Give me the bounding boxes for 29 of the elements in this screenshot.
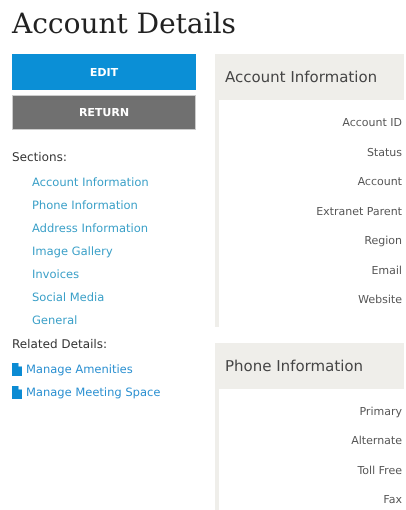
related-details-label: Related Details: — [12, 336, 108, 352]
return-button[interactable]: RETURN — [12, 95, 196, 130]
section-link[interactable]: Image Gallery — [32, 240, 196, 263]
panel-title: Phone Information — [225, 356, 364, 374]
page-title: Account Details — [10, 6, 237, 42]
section-link[interactable]: Account Information — [32, 171, 196, 194]
field-label: Status — [366, 144, 403, 160]
field-label: Fax — [382, 492, 403, 508]
field-label: Extranet Parent — [315, 204, 403, 220]
panel-title: Account Information — [225, 68, 378, 86]
section-link[interactable]: Social Media — [32, 286, 196, 309]
field-label: Region — [363, 233, 403, 249]
related-link[interactable]: Manage Meeting Space — [26, 381, 160, 404]
section-link[interactable]: Phone Information — [32, 194, 196, 217]
field-label: Email — [370, 262, 403, 278]
section-link[interactable]: General — [32, 309, 196, 332]
field-label: Primary — [358, 404, 403, 420]
section-link[interactable]: Address Information — [32, 217, 196, 240]
field-label: Toll Free — [356, 462, 403, 478]
document-icon — [12, 363, 22, 376]
field-label: Alternate — [350, 433, 403, 449]
field-label: Website — [357, 292, 403, 308]
edit-button[interactable]: EDIT — [12, 54, 196, 90]
section-link[interactable]: Invoices — [32, 263, 196, 286]
field-label: Account — [356, 174, 403, 190]
document-icon — [12, 386, 22, 399]
field-label: Account ID — [341, 115, 403, 131]
related-link[interactable]: Manage Amenities — [26, 358, 133, 381]
sections-label: Sections: — [12, 149, 68, 165]
